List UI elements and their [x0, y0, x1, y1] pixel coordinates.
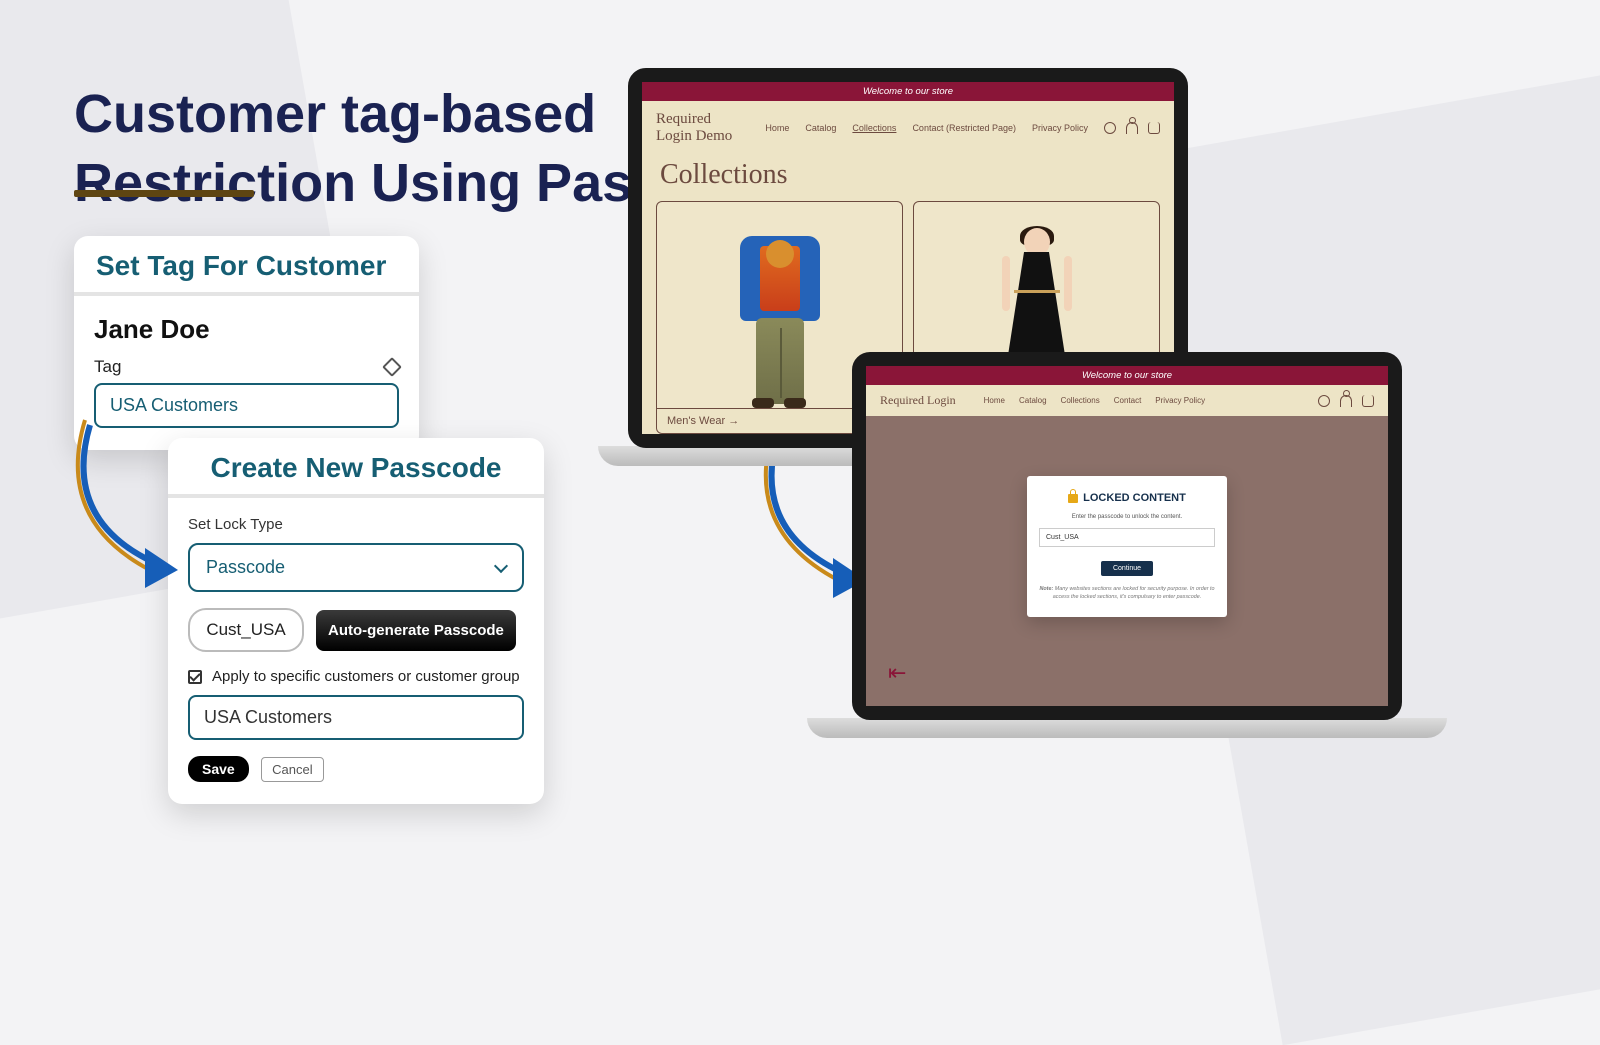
cancel-button[interactable]: Cancel: [261, 757, 323, 782]
nav2-catalog[interactable]: Catalog: [1019, 396, 1047, 405]
nav-home[interactable]: Home: [765, 123, 789, 133]
locked-subtitle: Enter the passcode to unlock the content…: [1039, 514, 1215, 520]
passcode-input[interactable]: Cust_USA: [188, 608, 304, 652]
locked-content-card: LOCKED CONTENT Enter the passcode to unl…: [1027, 476, 1227, 617]
store-banner: Welcome to our store: [642, 82, 1174, 101]
search-icon[interactable]: [1104, 122, 1116, 134]
store-nav: Required Login Demo Home Catalog Collect…: [642, 101, 1174, 155]
headline-underline: [74, 190, 254, 197]
search-icon[interactable]: [1318, 395, 1330, 407]
nav2-privacy[interactable]: Privacy Policy: [1155, 396, 1205, 405]
customer-group-input[interactable]: [188, 695, 524, 740]
tag-label: Tag: [94, 357, 121, 377]
set-tag-title: Set Tag For Customer: [74, 236, 419, 296]
lock-type-label: Set Lock Type: [188, 516, 524, 533]
lock-type-value: Passcode: [206, 557, 285, 578]
apply-checkbox[interactable]: [188, 670, 202, 684]
cart-icon[interactable]: [1362, 395, 1374, 407]
nav2-contact[interactable]: Contact: [1114, 396, 1142, 405]
store2-banner: Welcome to our store: [866, 366, 1388, 385]
store2-nav: Required Login Home Catalog Collections …: [866, 385, 1388, 416]
nav2-home[interactable]: Home: [984, 396, 1005, 405]
apply-label: Apply to specific customers or customer …: [212, 668, 520, 685]
create-passcode-title: Create New Passcode: [168, 438, 544, 498]
laptop-locked: Welcome to our store Required Login Home…: [852, 352, 1447, 738]
nav2-collections[interactable]: Collections: [1061, 396, 1100, 405]
lock-type-select[interactable]: Passcode: [188, 543, 524, 592]
nav-collections[interactable]: Collections: [852, 123, 896, 133]
auto-generate-button[interactable]: Auto-generate Passcode: [316, 610, 516, 651]
locked-title-text: LOCKED CONTENT: [1083, 492, 1186, 504]
edit-icon[interactable]: [382, 357, 402, 377]
store2-brand: Required Login: [880, 393, 956, 408]
continue-button[interactable]: Continue: [1101, 561, 1153, 576]
nav-catalog[interactable]: Catalog: [805, 123, 836, 133]
mens-wear-image: [730, 228, 830, 408]
account-icon[interactable]: [1340, 395, 1352, 407]
lock-icon: [1068, 494, 1078, 503]
save-button[interactable]: Save: [188, 756, 249, 782]
back-arrow-icon[interactable]: ⇤: [888, 660, 906, 686]
create-passcode-card: Create New Passcode Set Lock Type Passco…: [168, 438, 544, 804]
chevron-down-icon: [494, 558, 508, 572]
account-icon[interactable]: [1126, 122, 1138, 134]
passcode-entry-input[interactable]: [1039, 528, 1215, 547]
nav-privacy[interactable]: Privacy Policy: [1032, 123, 1088, 133]
store-brand: Required Login Demo: [656, 111, 749, 145]
flow-arrow-1: [50, 410, 190, 600]
locked-note: Note: Many websites sections are locked …: [1039, 586, 1215, 601]
customer-name: Jane Doe: [94, 314, 399, 345]
nav-contact[interactable]: Contact (Restricted Page): [912, 123, 1016, 133]
collections-heading: Collections: [642, 155, 1174, 201]
cart-icon[interactable]: [1148, 122, 1160, 134]
